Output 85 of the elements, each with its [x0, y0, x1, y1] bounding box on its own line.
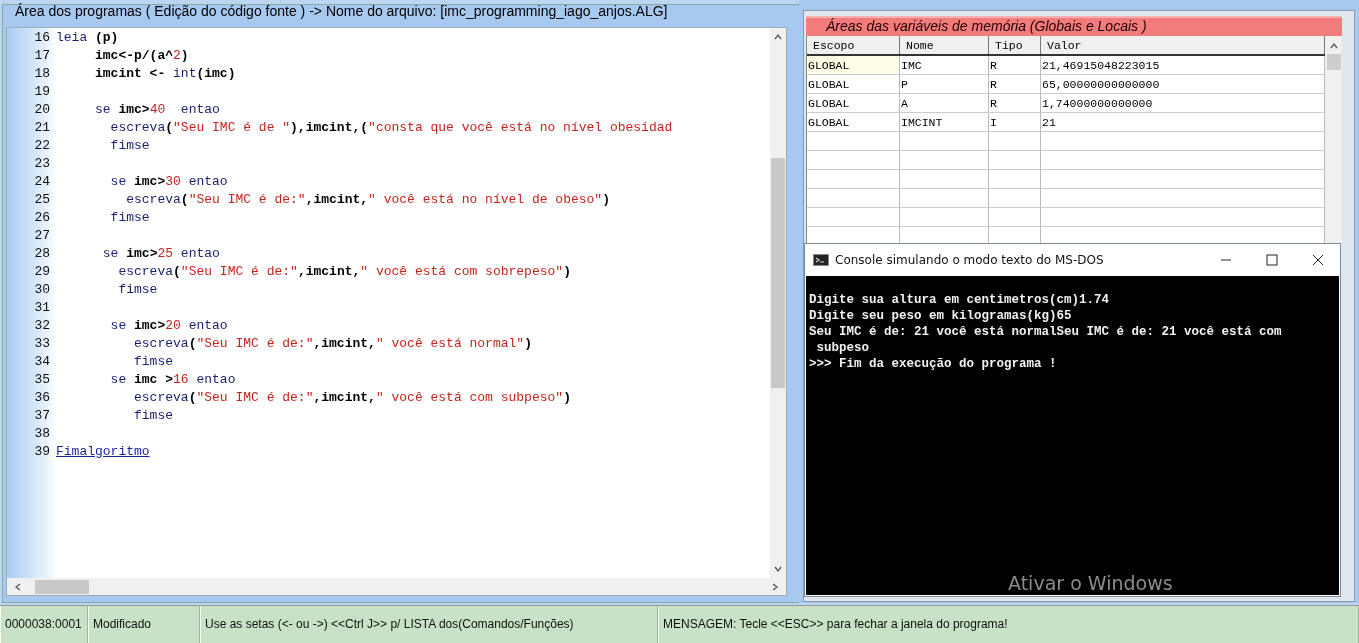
line-number: 39 [33, 443, 51, 461]
window-title: Console simulando o modo texto do MS-DOS [835, 253, 1104, 267]
line-number: 21 [33, 119, 51, 137]
line-number: 36 [33, 389, 51, 407]
code-line: Fimalgoritmo [56, 443, 150, 461]
code-line: leia (p) [56, 29, 119, 47]
console-line: >>> Fim da execução do programa ! [809, 356, 1058, 372]
table-cell: 21 [1040, 112, 1325, 132]
activation-notice: Ativar o Windows [1008, 571, 1173, 595]
status-field: 0000038:0001 [0, 606, 88, 643]
status-field: Use as setas (<- ou ->) <<Ctrl J>> p/ LISTA dos(Comandos/Funções) [200, 606, 658, 643]
column-header[interactable]: Tipo [988, 36, 1041, 55]
code-line: escreva("Seu IMC é de:",imcint," você está com sobrepeso") [117, 263, 571, 281]
console-line: Digite sua altura em centimetros(cm)1.74 [809, 292, 1111, 308]
line-number: 28 [33, 245, 51, 263]
table-cell: I [988, 112, 1041, 132]
code-line: se imc>25 entao [101, 245, 220, 263]
code-line: fimse [109, 137, 150, 155]
line-number: 25 [33, 191, 51, 209]
code-line: fimse [133, 353, 174, 371]
line-number: 31 [33, 299, 51, 317]
console-icon [813, 254, 829, 266]
line-number: 34 [33, 353, 51, 371]
scrollbar-thumb[interactable] [771, 158, 785, 388]
line-number: 17 [33, 47, 51, 65]
line-number: 20 [33, 101, 51, 119]
column-header[interactable]: Escopo [807, 36, 900, 55]
line-number: 23 [33, 155, 51, 173]
code-line: fimse [117, 281, 158, 299]
line-number: 32 [33, 317, 51, 335]
line-number: 35 [33, 371, 51, 389]
code-line: escreva("Seu IMC é de:",imcint," você está normal") [133, 335, 532, 353]
table-cell: A [899, 93, 989, 113]
line-number: 16 [33, 29, 51, 47]
table-cell: 65,00000000000000 [1040, 74, 1325, 94]
panel-title: Área dos programas ( Edição do código fonte ) -> Nome do arquivo: [imc_programming_iago_anjos.ALG] [14, 3, 669, 21]
column-header[interactable]: Nome [899, 36, 989, 55]
column-header[interactable]: Valor [1040, 36, 1325, 55]
table-cell: 1,74000000000000 [1040, 93, 1325, 113]
line-number: 18 [33, 65, 51, 83]
line-number: 27 [33, 227, 51, 245]
maximize-icon[interactable] [1266, 254, 1278, 266]
line-number: 33 [33, 335, 51, 353]
line-number: 22 [33, 137, 51, 155]
table-cell: GLOBAL [807, 112, 900, 132]
table-cell: R [988, 93, 1041, 113]
line-number: 19 [33, 83, 51, 101]
scrollbar-thumb[interactable] [1326, 54, 1341, 70]
variables-title: Áreas das variáveis de memória (Globais e Locais ) [806, 16, 1342, 36]
code-line: imcint <- int(imc) [94, 65, 236, 83]
status-field: Modificado [88, 606, 200, 643]
table-cell: GLOBAL [807, 93, 900, 113]
status-field: MENSAGEM: Tecle <<ESC>> para fechar a janela do programa! [658, 606, 1359, 643]
line-number: 24 [33, 173, 51, 191]
table-cell: GLOBAL [807, 55, 900, 75]
code-line: se imc>40 entao [94, 101, 220, 119]
code-line: se imc>30 entao [109, 173, 228, 191]
table-cell: R [988, 74, 1041, 94]
console-line: subpeso [815, 340, 870, 356]
console-line: Digite seu peso em kilogramas(kg)65 [809, 308, 1073, 324]
table-cell: 21,46915048223015 [1040, 55, 1325, 75]
code-line: se imc >16 entao [109, 371, 236, 389]
line-number: 30 [33, 281, 51, 299]
table-cell: GLOBAL [807, 74, 900, 94]
scrollbar-thumb[interactable] [35, 579, 89, 594]
table-cell: IMCINT [899, 112, 989, 132]
line-number: 37 [33, 407, 51, 425]
code-line: fimse [109, 209, 150, 227]
code-line: se imc>20 entao [109, 317, 228, 335]
table-cell: R [988, 55, 1041, 75]
table-cell: P [899, 74, 989, 94]
close-icon[interactable] [1312, 254, 1324, 266]
code-line: escreva("Seu IMC é de "),imcint,("consta que você está no nível obesidad [109, 119, 673, 137]
code-line: imc<-p/(a^2) [94, 47, 189, 65]
vertical-scrollbar[interactable] [1325, 36, 1342, 246]
code-line: fimse [133, 407, 174, 425]
horizontal-scrollbar[interactable] [7, 578, 786, 595]
vertical-scrollbar[interactable] [770, 28, 786, 578]
line-number: 38 [33, 425, 51, 443]
console-line: Seu IMC é de: 21 você está normalSeu IMC é de: 21 você está com [809, 324, 1283, 340]
line-number: 29 [33, 263, 51, 281]
code-line: escreva("Seu IMC é de:",imcint," você está no nível de obeso") [125, 191, 610, 209]
table-cell: IMC [899, 55, 989, 75]
code-line: escreva("Seu IMC é de:",imcint," você está com subpeso") [133, 389, 571, 407]
line-number: 26 [33, 209, 51, 227]
